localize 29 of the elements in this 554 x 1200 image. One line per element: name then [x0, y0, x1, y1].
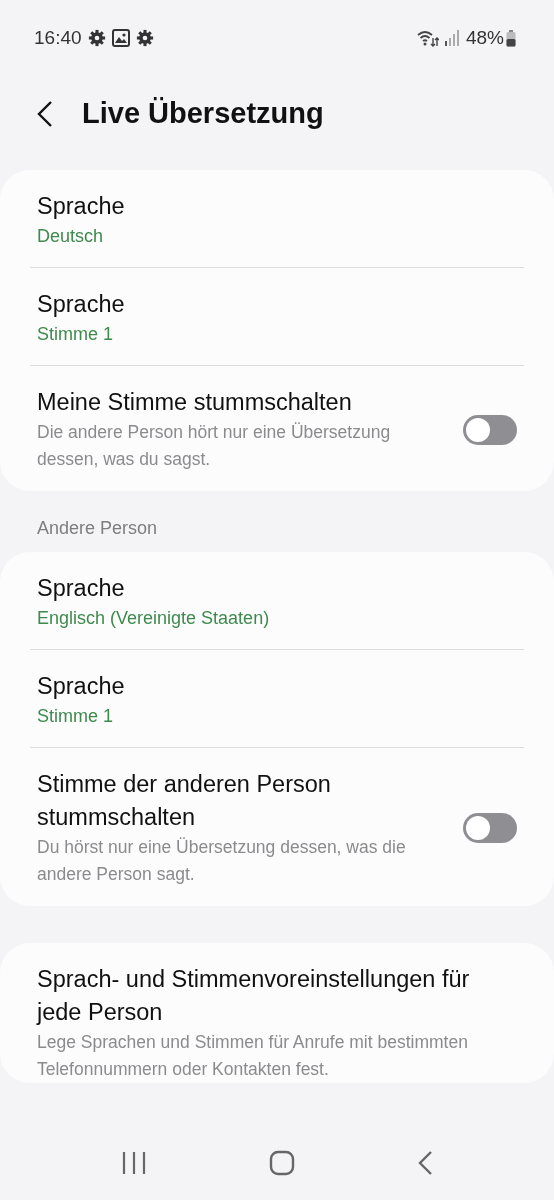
- back-icon[interactable]: [36, 100, 54, 128]
- setting-title[interactable]: Meine Stimme stummschalten: [37, 386, 445, 419]
- home-icon[interactable]: [269, 1149, 295, 1176]
- setting-title[interactable]: Sprache: [37, 288, 517, 321]
- setting-value: Englisch (Vereinigte Staaten): [37, 607, 271, 630]
- battery-percentage: 48%: [465, 25, 504, 50]
- setting-description: Du hörst nur eine Übersetzung dessen, was die andere Person sagt.: [37, 836, 407, 886]
- setting-title[interactable]: Sprach- und Stimmenvoreinstellungen für jede Person: [37, 963, 517, 1029]
- battery-icon: [506, 29, 516, 47]
- setting-title[interactable]: Sprache: [37, 190, 517, 223]
- setting-description: Die andere Person hört nur eine Übersetzung dessen, was du sagst.: [37, 421, 392, 471]
- setting-title[interactable]: Stimme der anderen Person stummschalten: [37, 768, 445, 834]
- gear-icon: [87, 29, 106, 47]
- wifi-icon: [416, 29, 439, 47]
- setting-description: Lege Sprachen und Stimmen für Anrufe mit bestimmten Telefonnummern oder Kontakten fest.: [37, 1031, 469, 1081]
- status-time: 16:40: [34, 25, 82, 50]
- setting-title[interactable]: Sprache: [37, 572, 517, 605]
- setting-value: Stimme 1: [37, 323, 115, 346]
- toggle-switch[interactable]: [463, 414, 517, 445]
- setting-value: Deutsch: [37, 225, 105, 248]
- setting-value: Stimme 1: [37, 705, 115, 728]
- toggle-switch[interactable]: [463, 813, 517, 843]
- recent-apps-icon[interactable]: [121, 1150, 147, 1175]
- page-title: Live Übersetzung: [82, 96, 324, 132]
- section-heading: Andere Person: [37, 518, 158, 538]
- image-icon: [111, 29, 130, 47]
- signal-icon: [443, 30, 460, 46]
- setting-title[interactable]: Sprache: [37, 670, 517, 703]
- gear-icon: [135, 29, 154, 47]
